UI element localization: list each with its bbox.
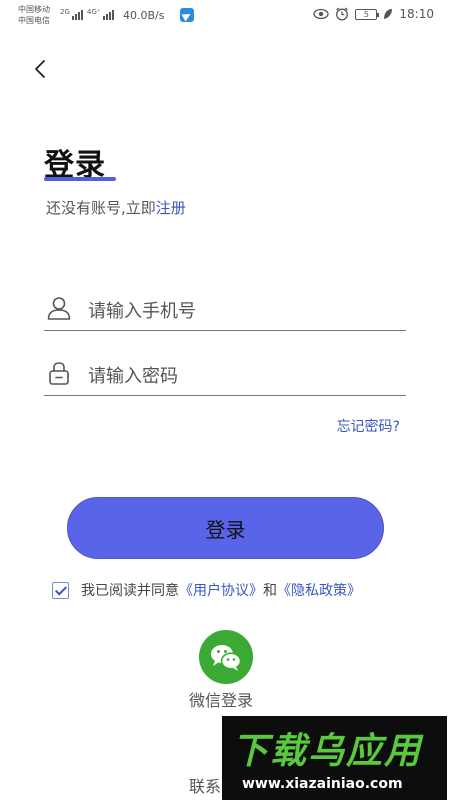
contact-link[interactable]: 联系: [189, 773, 221, 797]
alarm-icon: [336, 7, 349, 21]
user-agreement-link[interactable]: 《用户协议》: [179, 583, 263, 599]
privacy-policy-link[interactable]: 《隐私政策》: [277, 583, 361, 599]
leaf-icon: [384, 9, 393, 19]
signal-icon: 4G⁺: [87, 8, 114, 20]
forgot-password-link[interactable]: 忘记密码?: [337, 416, 400, 436]
carrier-1: 中国移动: [18, 5, 50, 14]
register-prompt: 还没有账号,立即注册: [46, 197, 186, 218]
user-icon: [47, 297, 71, 320]
status-icons: 5 18:10: [313, 7, 434, 21]
clock: 18:10: [399, 7, 434, 21]
wechat-login-label: 微信登录: [189, 691, 254, 710]
signal-icon: 2G: [60, 8, 83, 20]
battery-level: 5: [363, 9, 369, 19]
battery-icon: 5: [355, 8, 380, 20]
register-link[interactable]: 注册: [156, 199, 186, 217]
password-placeholder: 请输入密码: [88, 366, 178, 387]
carrier-names: 中国移动 中国电信: [18, 4, 50, 26]
agreement-checkbox[interactable]: [52, 581, 69, 599]
agreement-prefix: 我已阅读并同意: [81, 583, 179, 599]
watermark-logo: 下载乌应用 www.xiazainiao.com: [222, 716, 447, 800]
register-prompt-text: 还没有账号,立即: [46, 199, 156, 217]
watermark-brand: 下载乌应用: [232, 731, 423, 772]
agreement-row: 我已阅读并同意《用户协议》和《隐私政策》: [52, 580, 361, 600]
eye-icon: [313, 8, 330, 20]
agreement-and: 和: [263, 583, 277, 599]
carrier-2: 中国电信: [18, 16, 50, 25]
chevron-left-icon: [35, 60, 45, 78]
app-notification-icon: [180, 8, 194, 22]
network-type-2: 4G⁺: [87, 8, 101, 16]
status-bar: 中国移动 中国电信 2G 4G⁺ 40.0B/s 5 18:10: [0, 0, 450, 32]
wechat-login-button[interactable]: [199, 630, 253, 684]
login-button-label: 登录: [205, 517, 246, 542]
wechat-icon: [211, 645, 242, 671]
watermark-url: www.xiazainiao.com: [242, 776, 403, 792]
login-button[interactable]: 登录: [67, 497, 384, 559]
agreement-text: 我已阅读并同意《用户协议》和《隐私政策》: [81, 580, 361, 600]
network-speed: 40.0B/s: [123, 9, 165, 22]
phone-field[interactable]: 请输入手机号: [44, 291, 406, 331]
back-button[interactable]: [30, 56, 54, 84]
phone-placeholder: 请输入手机号: [88, 301, 196, 322]
network-type-1: 2G: [60, 8, 70, 16]
title-underline: [44, 177, 116, 181]
lock-icon: [49, 362, 69, 385]
password-field[interactable]: 请输入密码: [44, 356, 406, 396]
